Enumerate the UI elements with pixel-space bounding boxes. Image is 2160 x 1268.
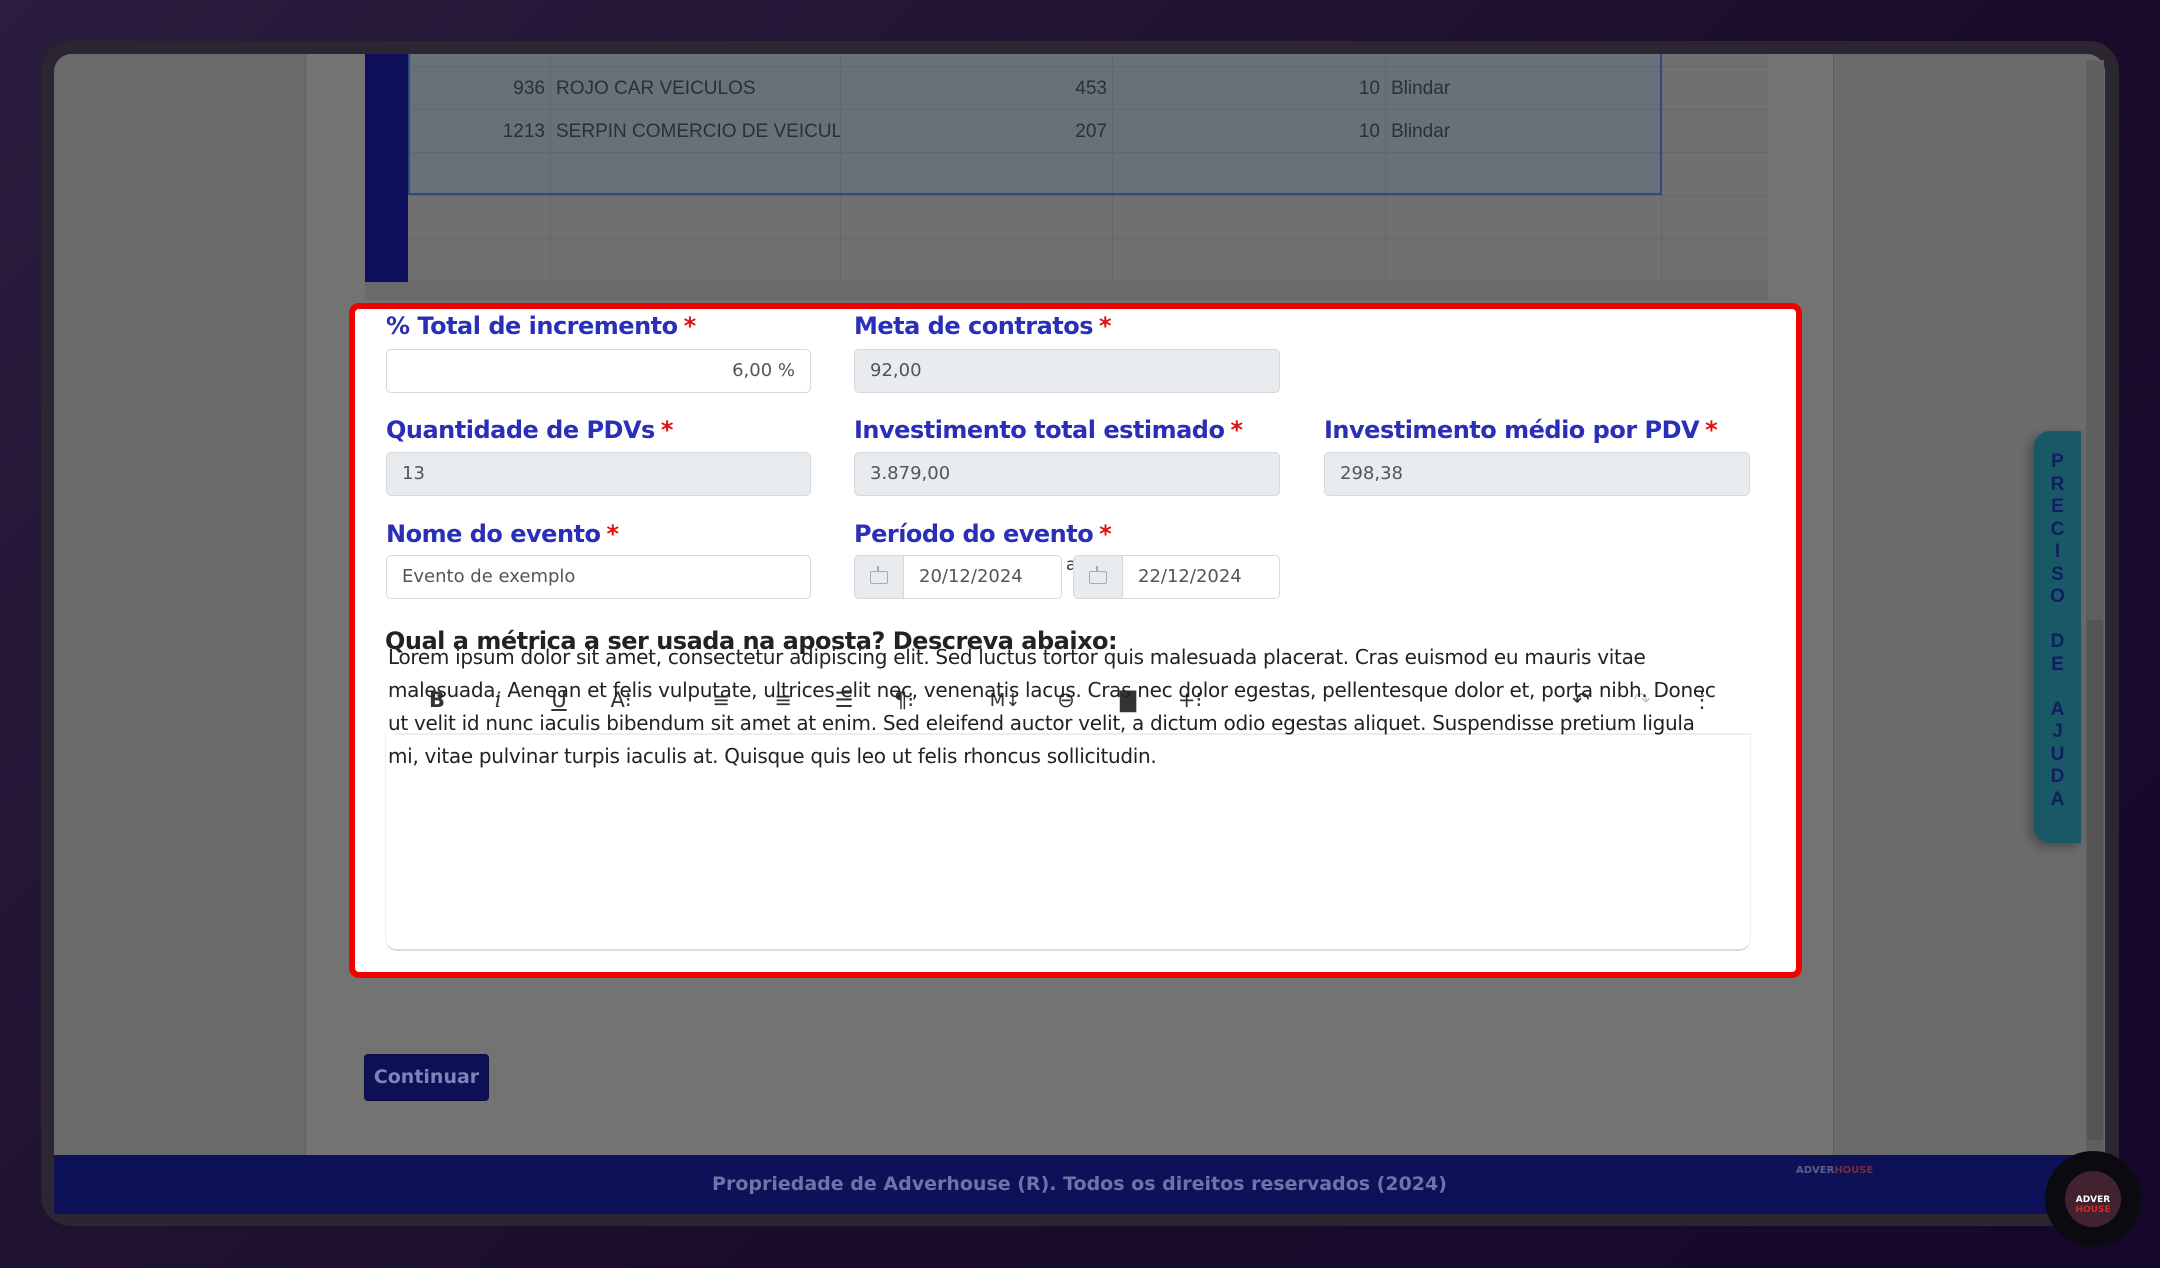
help-tab-letter: D xyxy=(2050,631,2065,652)
increment-label: % Total de incremento * xyxy=(386,312,696,340)
pdvs-label: Quantidade de PDVs * xyxy=(386,416,673,444)
event-form-panel: % Total de incremento * 6,00 % Meta de co… xyxy=(349,303,1802,978)
invest-medio-input[interactable]: 298,38 xyxy=(1324,452,1750,496)
help-tab-letter: S xyxy=(2051,563,2064,585)
table-row[interactable] xyxy=(408,196,1768,239)
help-tab-letter: U xyxy=(2050,743,2065,765)
help-tab-letter: E xyxy=(2051,496,2064,517)
help-tab-letter: P xyxy=(2051,451,2064,472)
help-tab-letter: C xyxy=(2050,518,2065,540)
pdvs-input[interactable]: 13 xyxy=(386,452,811,496)
scrollbar-thumb[interactable] xyxy=(2087,620,2103,1140)
horizontal-scrollbar[interactable] xyxy=(365,282,1768,300)
footer-text: Propriedade de Adverhouse (R). Todos os … xyxy=(712,1173,1447,1195)
chat-widget-button[interactable]: ADVER HOUSE xyxy=(2045,1151,2141,1247)
end-date-input[interactable]: 22/12/2024 xyxy=(1123,555,1280,599)
help-tab-letter: O xyxy=(2050,586,2065,607)
help-tab-letter: D xyxy=(2050,766,2065,787)
editor-content[interactable]: Lorem ipsum dolor sit amet, consectetur … xyxy=(388,641,1718,773)
table-row[interactable] xyxy=(408,239,1768,282)
invest-total-label: Investimento total estimado * xyxy=(854,416,1243,444)
help-tab[interactable]: PRECISODEAJUDA xyxy=(2034,431,2081,843)
calendar-icon[interactable] xyxy=(854,555,904,599)
invest-medio-label: Investimento médio por PDV * xyxy=(1324,416,1718,444)
meta-input[interactable]: 92,00 xyxy=(854,349,1280,393)
continue-button[interactable]: Continuar xyxy=(364,1054,489,1101)
help-tab-letter: A xyxy=(2050,698,2065,720)
help-tab-letter: J xyxy=(2052,721,2063,742)
adverhouse-logo: ADVER HOUSE xyxy=(2065,1171,2121,1227)
help-tab-letter: I xyxy=(2054,541,2061,562)
period-label: Período do evento * xyxy=(854,520,1112,548)
row-headers[interactable] xyxy=(365,54,408,282)
meta-label: Meta de contratos * xyxy=(854,312,1112,340)
event-name-input[interactable]: Evento de exemplo xyxy=(386,555,811,599)
cell-selection xyxy=(408,54,1662,195)
increment-input[interactable]: 6,00 % xyxy=(386,349,811,393)
help-tab-letter: A xyxy=(2050,788,2065,810)
start-date-input[interactable]: 20/12/2024 xyxy=(904,555,1062,599)
spreadsheet[interactable]: 897 ANTONIO MARCOS FERREIRA VEI 352 7 Bl… xyxy=(365,54,1768,282)
calendar-icon[interactable] xyxy=(1073,555,1123,599)
footer-logo: ADVERHOUSE xyxy=(1796,1165,1874,1176)
left-panel xyxy=(54,54,306,1155)
event-name-label: Nome do evento * xyxy=(386,520,619,548)
invest-total-input[interactable]: 3.879,00 xyxy=(854,452,1280,496)
footer: Propriedade de Adverhouse (R). Todos os … xyxy=(54,1155,2105,1214)
help-tab-letter: R xyxy=(2050,473,2065,495)
help-tab-letter: E xyxy=(2051,653,2064,675)
